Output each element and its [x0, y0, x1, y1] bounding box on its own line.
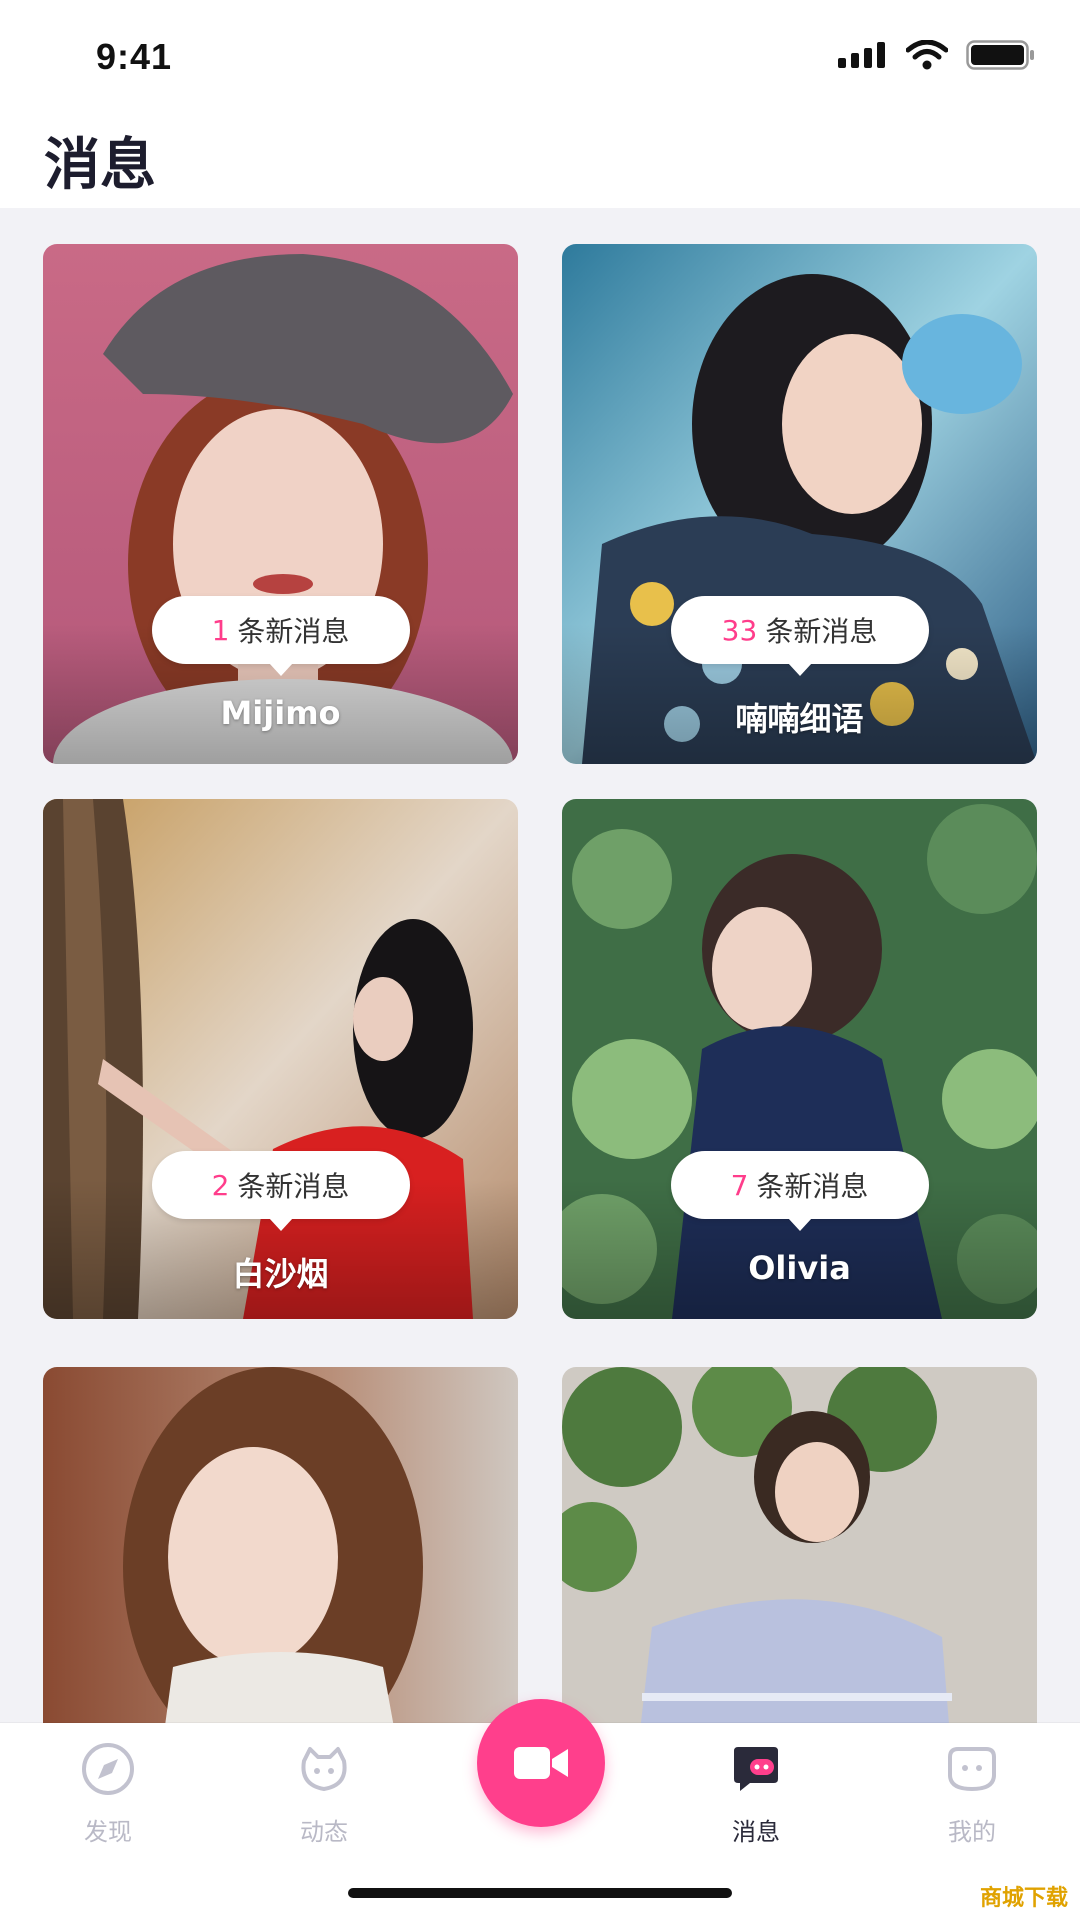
message-count-label: 条新消息 [765, 615, 878, 648]
chat-card[interactable] [43, 1367, 518, 1723]
face-icon [948, 1747, 996, 1792]
tab-label: 发现 [84, 1818, 132, 1846]
contact-name: 白沙烟 [232, 1255, 329, 1293]
message-count-label: 条新消息 [756, 1170, 869, 1203]
tab-label: 我的 [948, 1818, 996, 1846]
watermark: 商城下载 [979, 1886, 1068, 1911]
message-count-label: 条新消息 [237, 1170, 350, 1203]
contact-name: 喃喃细语 [735, 700, 864, 738]
tab-label: 消息 [732, 1818, 780, 1846]
chat-card[interactable]: 1 条新消息 Mijimo [43, 244, 518, 764]
status-time: 9:41 [96, 36, 173, 77]
message-count: 2 [211, 1168, 230, 1202]
compass-icon [82, 1743, 134, 1795]
profile-photo [562, 1367, 1037, 1723]
chat-card[interactable]: 2 条新消息 白沙烟 [43, 799, 518, 1319]
chat-card[interactable]: 33 条新消息 喃喃细语 [562, 244, 1037, 764]
message-count: 7 [730, 1168, 749, 1202]
tab-moments[interactable]: 动态 [264, 1741, 384, 1847]
page-header: 消息 [0, 110, 1080, 208]
tab-discover[interactable]: 发现 [48, 1741, 168, 1847]
tab-profile[interactable]: 我的 [912, 1741, 1032, 1847]
wifi-icon [906, 40, 948, 70]
new-message-badge: 7 条新消息 [670, 1151, 929, 1231]
video-camera-icon [514, 1747, 568, 1779]
home-indicator [348, 1888, 732, 1898]
message-count: 1 [211, 613, 230, 647]
battery-icon [966, 40, 1034, 70]
profile-photo [43, 1367, 518, 1723]
contact-name: Olivia [748, 1249, 851, 1287]
new-message-badge: 33 条新消息 [670, 596, 929, 676]
cat-face-icon [301, 1747, 347, 1791]
message-count: 33 [721, 613, 758, 647]
status-icons [838, 40, 1036, 70]
video-call-button[interactable] [477, 1699, 605, 1827]
tab-messages[interactable]: 消息 [696, 1741, 816, 1847]
message-count-label: 条新消息 [237, 615, 350, 648]
contact-name: Mijimo [220, 694, 341, 732]
signal-icon [838, 42, 885, 68]
message-grid: 1 条新消息 Mijimo 33 条新消息 喃喃细语 2 条新消息 白沙烟 7 … [0, 208, 1080, 1723]
chat-bubble-icon [734, 1747, 778, 1791]
chat-card[interactable]: 7 条新消息 Olivia [562, 799, 1037, 1319]
chat-card[interactable] [562, 1367, 1037, 1723]
tab-label: 动态 [300, 1818, 348, 1846]
new-message-badge: 1 条新消息 [151, 596, 410, 676]
page-title: 消息 [44, 133, 156, 196]
status-bar: 9:41 [0, 0, 1080, 110]
new-message-badge: 2 条新消息 [151, 1151, 410, 1231]
